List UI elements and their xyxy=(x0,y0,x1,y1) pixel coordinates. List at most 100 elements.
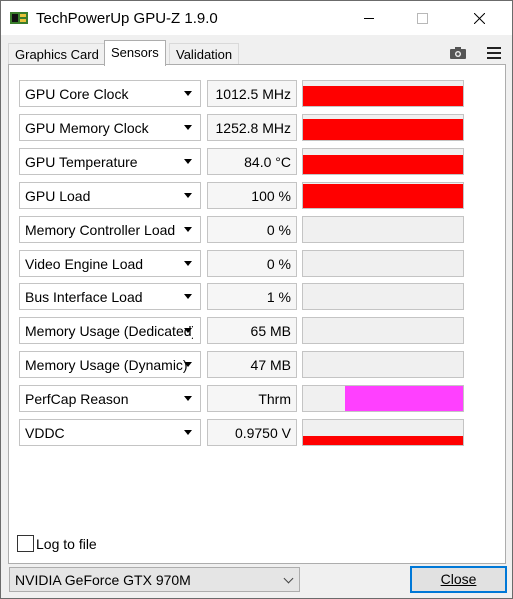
sensor-row: GPU Memory Clock 1252.8 MHz xyxy=(19,114,464,141)
sensor-graph xyxy=(302,148,464,175)
sensor-row: Video Engine Load 0 % xyxy=(19,250,464,277)
sensor-select[interactable]: Memory Usage (Dedicated) xyxy=(19,317,201,344)
dropdown-arrow-icon xyxy=(184,193,192,198)
dropdown-arrow-icon xyxy=(184,396,192,401)
sensor-label: PerfCap Reason xyxy=(25,391,129,407)
sensor-value-text: 0 % xyxy=(266,222,291,238)
sensor-value: Thrm xyxy=(207,385,297,412)
sensor-label: GPU Temperature xyxy=(25,154,138,170)
sensor-select[interactable]: GPU Memory Clock xyxy=(19,114,201,141)
tab-graphics-card[interactable]: Graphics Card xyxy=(8,43,106,65)
sensor-label: GPU Memory Clock xyxy=(25,120,149,136)
sensor-label: GPU Core Clock xyxy=(25,86,129,102)
sensor-row: GPU Core Clock 1012.5 MHz xyxy=(19,80,464,107)
sensor-row: GPU Temperature 84.0 °C xyxy=(19,148,464,175)
sensor-label: VDDC xyxy=(25,425,65,441)
sensor-label: Memory Usage (Dynamic) xyxy=(25,357,188,373)
sensor-value: 0.9750 V xyxy=(207,419,297,446)
sensor-row: Memory Usage (Dedicated) 65 MB xyxy=(19,317,464,344)
sensor-graph-fill xyxy=(303,436,463,445)
sensor-value: 1012.5 MHz xyxy=(207,80,297,107)
sensor-value-text: 84.0 °C xyxy=(244,154,291,170)
gpu-z-logo-icon xyxy=(10,12,28,24)
dropdown-arrow-icon xyxy=(184,430,192,435)
minimize-icon xyxy=(364,17,374,19)
sensor-row: Bus Interface Load 1 % xyxy=(19,283,464,310)
sensor-value-text: 1252.8 MHz xyxy=(215,120,291,136)
maximize-button[interactable] xyxy=(399,1,445,35)
sensor-value-text: 47 MB xyxy=(250,357,291,373)
sensor-value-text: 1 % xyxy=(266,289,291,305)
dropdown-arrow-icon xyxy=(184,261,192,266)
sensor-graph-fill xyxy=(303,155,463,174)
sensor-label: Memory Usage (Dedicated) xyxy=(25,323,193,339)
camera-icon[interactable] xyxy=(449,46,467,60)
dropdown-arrow-icon xyxy=(184,227,192,232)
gpu-selector-value: NVIDIA GeForce GTX 970M xyxy=(15,572,191,588)
sensor-value-text: 1012.5 MHz xyxy=(215,86,291,102)
dropdown-arrow-icon xyxy=(184,91,192,96)
sensor-row: GPU Load 100 % xyxy=(19,182,464,209)
sensor-select[interactable]: GPU Core Clock xyxy=(19,80,201,107)
sensor-graph xyxy=(302,419,464,446)
hamburger-menu-icon[interactable] xyxy=(487,47,501,59)
sensor-value-text: 0 % xyxy=(266,256,291,272)
sensor-row: Memory Usage (Dynamic) 47 MB xyxy=(19,351,464,378)
sensor-graph xyxy=(302,182,464,209)
sensor-value: 1 % xyxy=(207,283,297,310)
sensor-value: 65 MB xyxy=(207,317,297,344)
close-button[interactable]: Close xyxy=(410,566,507,593)
gpu-selector-dropdown[interactable]: NVIDIA GeForce GTX 970M xyxy=(9,567,300,592)
sensor-graph-fill xyxy=(303,119,463,140)
sensor-select[interactable]: Video Engine Load xyxy=(19,250,201,277)
sensor-label: Bus Interface Load xyxy=(25,289,143,305)
sensor-value-text: Thrm xyxy=(258,391,291,407)
close-button-label: Close xyxy=(440,571,477,587)
sensor-label: Memory Controller Load xyxy=(25,222,176,238)
sensor-graph xyxy=(302,283,464,310)
dropdown-arrow-icon xyxy=(184,328,192,333)
sensor-value-text: 100 % xyxy=(251,188,291,204)
sensor-graph xyxy=(302,216,464,243)
close-icon xyxy=(473,12,485,24)
log-to-file-checkbox[interactable] xyxy=(17,535,34,552)
close-window-button[interactable] xyxy=(456,1,502,35)
sensor-value-text: 65 MB xyxy=(250,323,291,339)
sensor-select[interactable]: Memory Usage (Dynamic) xyxy=(19,351,201,378)
dropdown-arrow-icon xyxy=(184,159,192,164)
dropdown-arrow-icon xyxy=(184,294,192,299)
sensor-select[interactable]: GPU Load xyxy=(19,182,201,209)
chevron-down-icon xyxy=(283,573,294,584)
sensor-value: 100 % xyxy=(207,182,297,209)
sensor-select[interactable]: PerfCap Reason xyxy=(19,385,201,412)
sensor-label: Video Engine Load xyxy=(25,256,144,272)
sensor-graph xyxy=(302,351,464,378)
sensor-graph xyxy=(302,114,464,141)
tab-validation[interactable]: Validation xyxy=(169,43,240,65)
minimize-button[interactable] xyxy=(346,1,392,35)
sensor-select[interactable]: Memory Controller Load xyxy=(19,216,201,243)
sensor-select[interactable]: GPU Temperature xyxy=(19,148,201,175)
maximize-icon xyxy=(416,12,428,24)
sensor-graph-fill xyxy=(345,386,463,411)
sensor-value: 1252.8 MHz xyxy=(207,114,297,141)
title-bar[interactable]: TechPowerUp GPU-Z 1.9.0 xyxy=(1,1,512,35)
sensor-select[interactable]: VDDC xyxy=(19,419,201,446)
sensor-graph xyxy=(302,80,464,107)
sensor-graph xyxy=(302,385,464,412)
sensor-label: GPU Load xyxy=(25,188,91,204)
log-to-file-label: Log to file xyxy=(36,536,97,552)
sensor-value: 84.0 °C xyxy=(207,148,297,175)
sensor-graph xyxy=(302,317,464,344)
sensor-row: Memory Controller Load 0 % xyxy=(19,216,464,243)
sensor-value: 0 % xyxy=(207,216,297,243)
sensor-graph xyxy=(302,250,464,277)
tab-sensors[interactable]: Sensors xyxy=(104,40,166,66)
sensor-select[interactable]: Bus Interface Load xyxy=(19,283,201,310)
sensor-graph-fill xyxy=(303,86,463,106)
sensor-value-text: 0.9750 V xyxy=(234,425,291,441)
gpu-z-window: TechPowerUp GPU-Z 1.9.0 Graphics Card Se… xyxy=(0,0,513,599)
sensor-row: VDDC 0.9750 V xyxy=(19,419,464,446)
dropdown-arrow-icon xyxy=(184,125,192,130)
window-title: TechPowerUp GPU-Z 1.9.0 xyxy=(36,10,218,27)
